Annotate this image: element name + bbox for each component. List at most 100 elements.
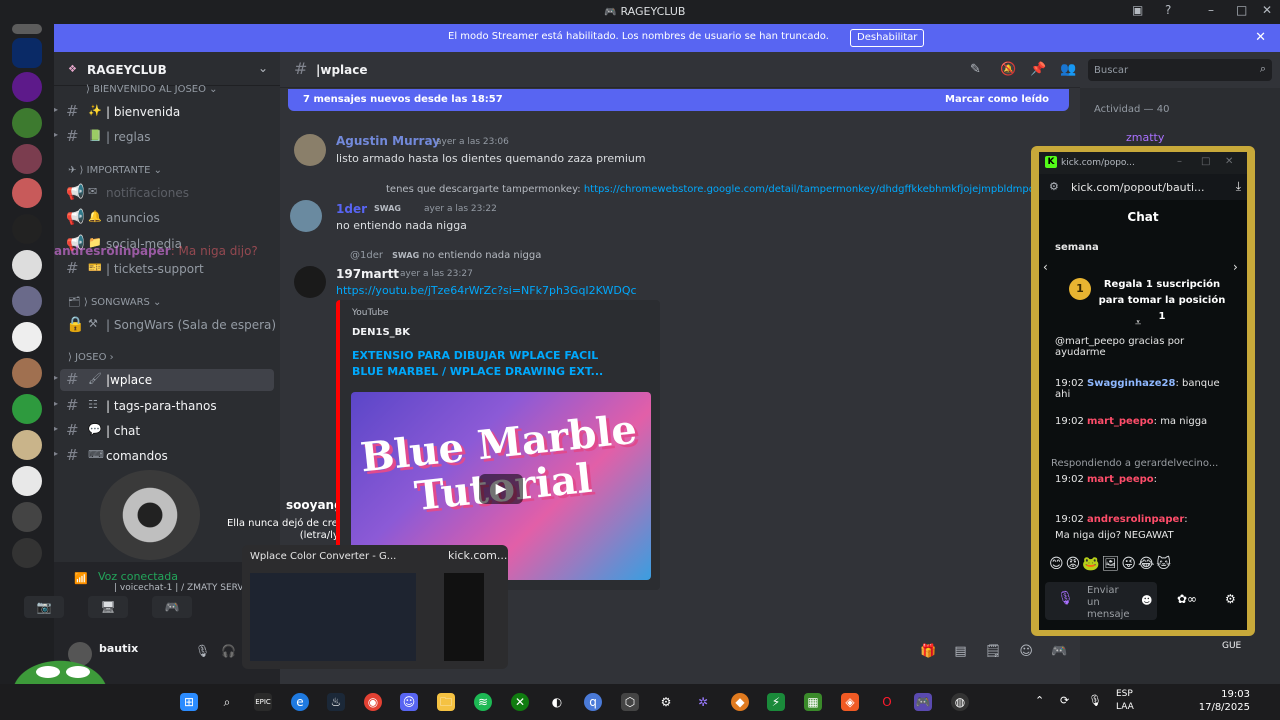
server-icon[interactable] (12, 250, 42, 280)
members-icon[interactable]: 👥 (1060, 62, 1076, 77)
close-icon[interactable]: ✕ (1225, 156, 1233, 167)
member-name[interactable]: GUE (1222, 641, 1241, 651)
reply-preview[interactable]: @1der SWAG no entiendo nada nigga (350, 250, 541, 261)
minimize-icon[interactable]: – (1177, 156, 1182, 167)
channel-wplace[interactable]: ▸ # 🖌 |wplace (54, 369, 274, 391)
system-clock[interactable]: 19:03 17/8/2025 (1199, 688, 1250, 714)
emoji-icon[interactable]: ☺ (1019, 644, 1033, 659)
kick-points-icon[interactable]: ✿∞ (1177, 592, 1197, 606)
server-icon[interactable] (12, 286, 42, 316)
avatar[interactable] (294, 134, 326, 166)
channel-bienvenida[interactable]: ▸ # ✨ | bienvenida (54, 101, 274, 123)
qbittorrent-icon[interactable]: q (584, 693, 602, 711)
server-icon[interactable] (12, 430, 42, 460)
gif-icon[interactable]: ▤ (954, 644, 966, 659)
server-icon[interactable] (12, 144, 42, 174)
preview-title-right[interactable]: kick.com... (448, 549, 507, 562)
search-icon[interactable]: ⌕ (1260, 62, 1266, 76)
kick-message-input[interactable]: 🎙 Enviar un mensaje ☻ (1045, 582, 1157, 620)
minecraft-icon[interactable]: ▦ (804, 693, 822, 711)
category-joseo[interactable]: ⟩ JOSEO › (68, 352, 114, 363)
activity-button[interactable]: 🎮 (152, 596, 192, 618)
apps-icon[interactable]: 🎮 (1051, 644, 1067, 659)
app-icon[interactable]: ◆ (731, 693, 749, 711)
mic-icon[interactable]: 🎙 (1057, 591, 1074, 606)
chevron-left-icon[interactable]: ‹ (1043, 260, 1048, 274)
search-input[interactable] (1094, 62, 1244, 78)
server-icon[interactable] (12, 322, 42, 352)
chevron-down-icon[interactable]: ⌄ (258, 61, 268, 75)
kick-address-bar[interactable]: ⚙ kick.com/popout/bauti... ⤓ (1039, 174, 1247, 200)
steam-icon[interactable]: ♨ (327, 693, 345, 711)
server-icon[interactable] (12, 394, 42, 424)
controller-icon[interactable]: 🎮 (914, 693, 932, 711)
search-box[interactable]: ⌕ (1088, 59, 1272, 81)
screen-share-button[interactable]: 🖥 (88, 596, 128, 618)
xbox-icon[interactable]: ✕ (511, 693, 529, 711)
discord-icon[interactable]: ☺ (400, 693, 418, 711)
collapse-icon[interactable]: ⩡ (1135, 316, 1141, 330)
language-indicator[interactable]: ESP LAA (1116, 688, 1134, 714)
new-messages-bar[interactable]: 7 mensajes nuevos desde las 18:57 Marcar… (288, 89, 1069, 111)
brave-icon[interactable]: ◈ (841, 693, 859, 711)
gear-icon[interactable]: ⚙ (1225, 592, 1236, 606)
server-icon[interactable] (12, 38, 42, 68)
avatar[interactable] (290, 200, 322, 232)
channel-chat[interactable]: ▸ # 💬 | chat (54, 420, 274, 442)
channel-songwars[interactable]: 🔒 ⚒ | SongWars (Sala de espera) (54, 314, 276, 336)
message-author[interactable]: Agustin Murray (336, 134, 440, 148)
mic-icon[interactable]: 🎙 (195, 644, 210, 658)
server-icon[interactable] (12, 108, 42, 138)
server-icon[interactable] (12, 538, 42, 568)
gift-icon[interactable]: 🎁 (920, 644, 936, 659)
maximize-icon[interactable]: □ (1236, 3, 1247, 17)
kick-message-user[interactable]: Swagginhaze28 (1087, 378, 1175, 389)
channel-tickets[interactable]: # 🎫 | tickets-support (54, 258, 274, 280)
server-icon[interactable] (12, 178, 42, 208)
preview-window-left[interactable] (250, 573, 416, 661)
emoji-icon[interactable]: ☻ (1141, 594, 1152, 607)
site-settings-icon[interactable]: ⚙ (1049, 180, 1059, 193)
explorer-icon[interactable]: 🗀 (437, 693, 455, 711)
kick-message-user[interactable]: mart_peepo (1087, 474, 1154, 485)
app-icon[interactable]: ✲ (694, 693, 712, 711)
embed-author[interactable]: DEN1S_BK (352, 327, 410, 338)
gift-promo[interactable]: Regala 1 suscripción para tomar la posic… (1097, 277, 1227, 325)
server-icon[interactable] (12, 72, 42, 102)
preview-window-right[interactable] (444, 573, 484, 661)
notifications-muted-icon[interactable]: 🔕 (1000, 62, 1016, 77)
mute-video-button[interactable]: 📷 (24, 596, 64, 618)
message-author[interactable]: 197martt (336, 267, 399, 281)
download-icon[interactable]: ⤓ (1236, 179, 1241, 194)
app-icon[interactable]: ◐ (548, 693, 566, 711)
server-icon[interactable] (12, 502, 42, 532)
minimize-icon[interactable]: – (1208, 3, 1214, 17)
mark-as-read-button[interactable]: Marcar como leído (945, 94, 1049, 105)
disable-streamer-button[interactable]: Deshabilitar (850, 29, 925, 47)
chevron-right-icon[interactable]: › (1233, 260, 1238, 274)
server-icon[interactable] (12, 214, 42, 244)
play-icon[interactable]: ▶ (479, 474, 523, 504)
server-icon[interactable] (12, 466, 42, 496)
message-link[interactable]: https://youtu.be/jTze64rWrZc?si=NFk7ph3G… (336, 284, 637, 297)
edge-icon[interactable]: e (291, 693, 309, 711)
sync-icon[interactable]: ⟳ (1060, 694, 1069, 707)
chrome-icon[interactable]: ◉ (364, 693, 382, 711)
maximize-icon[interactable]: □ (1201, 156, 1210, 167)
category-importante[interactable]: ✈ ⟩ IMPORTANTE ⌄ (68, 165, 162, 176)
category-songwars[interactable]: 🗂 ⟩ SONGWARS ⌄ (68, 297, 161, 308)
reply-link[interactable]: https://chromewebstore.google.com/detail… (584, 184, 1107, 195)
spotify-icon[interactable]: ≋ (474, 693, 492, 711)
member-name[interactable]: zmatty (1126, 131, 1164, 144)
kick-message-user[interactable]: mart_peepo (1087, 416, 1154, 427)
settings-icon[interactable]: ⚙ (657, 693, 675, 711)
channel-notificaciones[interactable]: 📢 ✉ notificaciones (54, 182, 274, 204)
channel-comandos[interactable]: ▸ # ⌨ comandos (54, 445, 274, 467)
server-header[interactable]: ❖ RAGEYCLUB ⌄ (54, 52, 280, 86)
search-icon[interactable]: ⌕ (218, 693, 236, 711)
avatar[interactable] (294, 266, 326, 298)
server-icon[interactable] (12, 24, 42, 34)
mic-icon[interactable]: 🎙 (1088, 694, 1102, 707)
reply-preview[interactable]: tenes que descargarte tampermonkey: http… (386, 184, 1107, 195)
app-icon[interactable]: ⬡ (621, 693, 639, 711)
